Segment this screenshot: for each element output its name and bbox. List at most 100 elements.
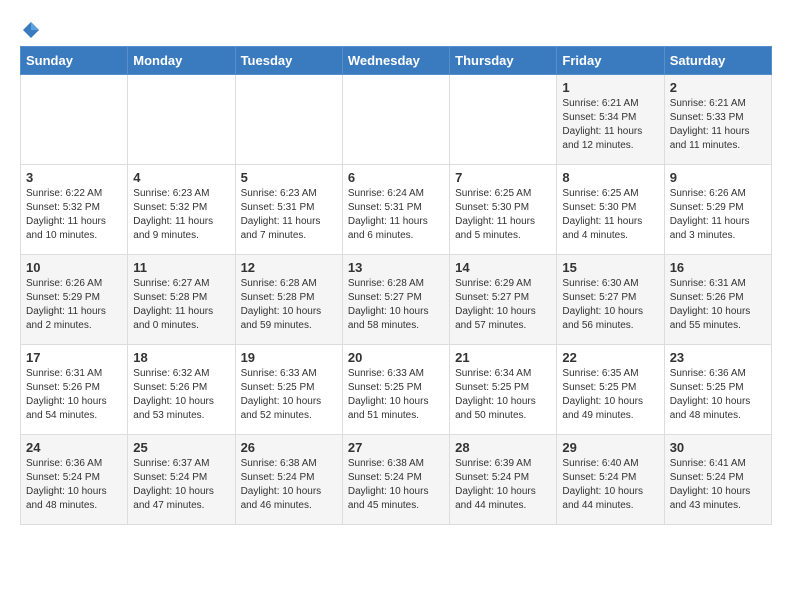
cell-info: Sunrise: 6:35 AMSunset: 5:25 PMDaylight:… [562,367,658,423]
cell-info: Sunrise: 6:34 AMSunset: 5:25 PMDaylight:… [455,367,551,423]
weekday-header: Wednesday [342,47,449,75]
calendar-cell: 22 Sunrise: 6:35 AMSunset: 5:25 PMDayligh… [557,345,664,435]
cell-info: Sunrise: 6:28 AMSunset: 5:28 PMDaylight:… [241,277,337,333]
day-number: 1 [562,80,658,95]
day-number: 2 [670,80,766,95]
calendar-cell: 25 Sunrise: 6:37 AMSunset: 5:24 PMDayligh… [128,435,235,525]
cell-info: Sunrise: 6:26 AMSunset: 5:29 PMDaylight:… [26,277,122,333]
day-number: 27 [348,440,444,455]
calendar-cell: 14 Sunrise: 6:29 AMSunset: 5:27 PMDayligh… [450,255,557,345]
cell-info: Sunrise: 6:25 AMSunset: 5:30 PMDaylight:… [562,187,658,243]
calendar-cell: 17 Sunrise: 6:31 AMSunset: 5:26 PMDayligh… [21,345,128,435]
cell-info: Sunrise: 6:21 AMSunset: 5:34 PMDaylight:… [562,97,658,153]
cell-info: Sunrise: 6:31 AMSunset: 5:26 PMDaylight:… [670,277,766,333]
day-number: 24 [26,440,122,455]
calendar-cell: 15 Sunrise: 6:30 AMSunset: 5:27 PMDayligh… [557,255,664,345]
calendar-cell: 13 Sunrise: 6:28 AMSunset: 5:27 PMDayligh… [342,255,449,345]
day-number: 14 [455,260,551,275]
cell-info: Sunrise: 6:33 AMSunset: 5:25 PMDaylight:… [348,367,444,423]
calendar-cell: 21 Sunrise: 6:34 AMSunset: 5:25 PMDayligh… [450,345,557,435]
cell-info: Sunrise: 6:24 AMSunset: 5:31 PMDaylight:… [348,187,444,243]
cell-info: Sunrise: 6:37 AMSunset: 5:24 PMDaylight:… [133,457,229,513]
cell-info: Sunrise: 6:22 AMSunset: 5:32 PMDaylight:… [26,187,122,243]
calendar-table: SundayMondayTuesdayWednesdayThursdayFrid… [20,46,772,525]
calendar-cell: 6Sunrise: 6:24 AMSunset: 5:31 PMDaylight… [342,165,449,255]
day-number: 29 [562,440,658,455]
page-header [20,20,772,36]
cell-info: Sunrise: 6:25 AMSunset: 5:30 PMDaylight:… [455,187,551,243]
weekday-header: Friday [557,47,664,75]
day-number: 22 [562,350,658,365]
calendar-cell: 1 Sunrise: 6:21 AMSunset: 5:34 PMDaylight… [557,75,664,165]
calendar-cell: 8 Sunrise: 6:25 AMSunset: 5:30 PMDaylight… [557,165,664,255]
calendar-cell: 3 Sunrise: 6:22 AMSunset: 5:32 PMDaylight… [21,165,128,255]
cell-info: Sunrise: 6:41 AMSunset: 5:24 PMDaylight:… [670,457,766,513]
day-number: 18 [133,350,229,365]
calendar-cell: 11Sunrise: 6:27 AMSunset: 5:28 PMDayligh… [128,255,235,345]
weekday-header: Sunday [21,47,128,75]
day-number: 26 [241,440,337,455]
cell-info: Sunrise: 6:38 AMSunset: 5:24 PMDaylight:… [348,457,444,513]
calendar-cell: 26 Sunrise: 6:38 AMSunset: 5:24 PMDayligh… [235,435,342,525]
calendar-header: SundayMondayTuesdayWednesdayThursdayFrid… [21,47,772,75]
cell-info: Sunrise: 6:32 AMSunset: 5:26 PMDaylight:… [133,367,229,423]
day-number: 12 [241,260,337,275]
cell-info: Sunrise: 6:36 AMSunset: 5:25 PMDaylight:… [670,367,766,423]
logo-icon [21,20,41,40]
day-number: 10 [26,260,122,275]
calendar-cell: 19 Sunrise: 6:33 AMSunset: 5:25 PMDayligh… [235,345,342,435]
day-number: 25 [133,440,229,455]
weekday-header: Saturday [664,47,771,75]
weekday-header: Tuesday [235,47,342,75]
day-number: 15 [562,260,658,275]
cell-info: Sunrise: 6:21 AMSunset: 5:33 PMDaylight:… [670,97,766,153]
calendar-cell: 27 Sunrise: 6:38 AMSunset: 5:24 PMDayligh… [342,435,449,525]
day-number: 17 [26,350,122,365]
cell-info: Sunrise: 6:23 AMSunset: 5:31 PMDaylight:… [241,187,337,243]
day-number: 28 [455,440,551,455]
calendar-cell: 24 Sunrise: 6:36 AMSunset: 5:24 PMDayligh… [21,435,128,525]
calendar-cell: 9 Sunrise: 6:26 AMSunset: 5:29 PMDaylight… [664,165,771,255]
day-number: 30 [670,440,766,455]
calendar-cell [342,75,449,165]
cell-info: Sunrise: 6:31 AMSunset: 5:26 PMDaylight:… [26,367,122,423]
day-number: 21 [455,350,551,365]
calendar-cell: 16Sunrise: 6:31 AMSunset: 5:26 PMDayligh… [664,255,771,345]
day-number: 9 [670,170,766,185]
calendar-cell: 29Sunrise: 6:40 AMSunset: 5:24 PMDayligh… [557,435,664,525]
day-number: 3 [26,170,122,185]
calendar-cell: 4Sunrise: 6:23 AMSunset: 5:32 PMDaylight… [128,165,235,255]
weekday-header: Thursday [450,47,557,75]
day-number: 13 [348,260,444,275]
day-number: 20 [348,350,444,365]
day-number: 7 [455,170,551,185]
calendar-cell: 2 Sunrise: 6:21 AMSunset: 5:33 PMDaylight… [664,75,771,165]
cell-info: Sunrise: 6:38 AMSunset: 5:24 PMDaylight:… [241,457,337,513]
cell-info: Sunrise: 6:28 AMSunset: 5:27 PMDaylight:… [348,277,444,333]
cell-info: Sunrise: 6:26 AMSunset: 5:29 PMDaylight:… [670,187,766,243]
cell-info: Sunrise: 6:30 AMSunset: 5:27 PMDaylight:… [562,277,658,333]
logo [20,20,42,36]
day-number: 5 [241,170,337,185]
cell-info: Sunrise: 6:39 AMSunset: 5:24 PMDaylight:… [455,457,551,513]
calendar-cell: 10 Sunrise: 6:26 AMSunset: 5:29 PMDayligh… [21,255,128,345]
calendar-cell: 12 Sunrise: 6:28 AMSunset: 5:28 PMDayligh… [235,255,342,345]
day-number: 19 [241,350,337,365]
calendar-cell [235,75,342,165]
calendar-cell [21,75,128,165]
calendar-cell: 7 Sunrise: 6:25 AMSunset: 5:30 PMDaylight… [450,165,557,255]
cell-info: Sunrise: 6:36 AMSunset: 5:24 PMDaylight:… [26,457,122,513]
day-number: 8 [562,170,658,185]
calendar-cell [128,75,235,165]
calendar-cell: 20 Sunrise: 6:33 AMSunset: 5:25 PMDayligh… [342,345,449,435]
calendar-cell [450,75,557,165]
day-number: 4 [133,170,229,185]
calendar-cell: 23Sunrise: 6:36 AMSunset: 5:25 PMDayligh… [664,345,771,435]
cell-info: Sunrise: 6:29 AMSunset: 5:27 PMDaylight:… [455,277,551,333]
calendar-cell: 18 Sunrise: 6:32 AMSunset: 5:26 PMDayligh… [128,345,235,435]
calendar-cell: 5 Sunrise: 6:23 AMSunset: 5:31 PMDaylight… [235,165,342,255]
calendar-cell: 30 Sunrise: 6:41 AMSunset: 5:24 PMDayligh… [664,435,771,525]
cell-info: Sunrise: 6:33 AMSunset: 5:25 PMDaylight:… [241,367,337,423]
day-number: 11 [133,260,229,275]
calendar-cell: 28 Sunrise: 6:39 AMSunset: 5:24 PMDayligh… [450,435,557,525]
